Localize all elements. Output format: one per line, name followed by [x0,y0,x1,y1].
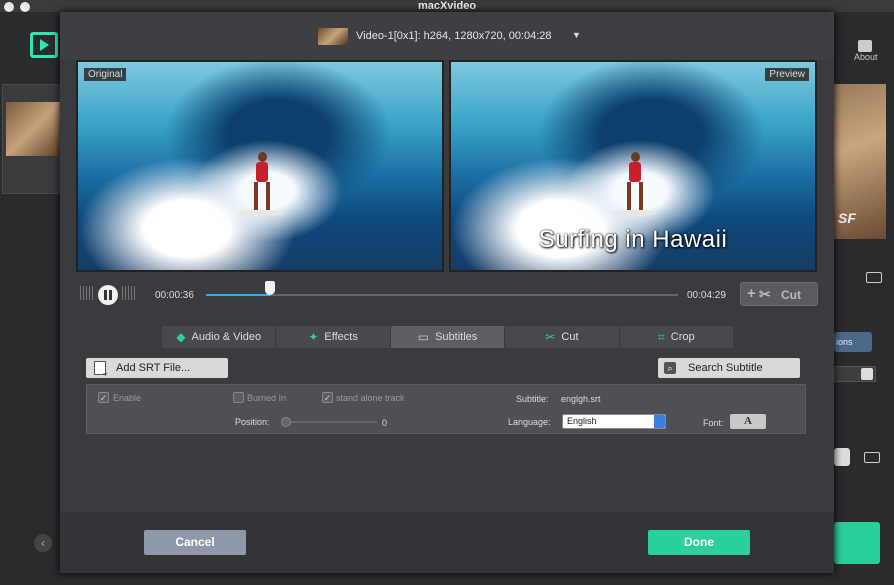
add-file-icon [94,361,108,379]
font-button[interactable]: A [730,414,766,429]
preview-video-panel: Preview Surfing in Hawaii [449,60,817,272]
plus-icon: + [747,285,756,302]
app-title: macXvideo [417,0,477,12]
total-time: 00:04:29 [687,290,726,301]
run-button[interactable] [834,522,880,564]
app-logo-icon [30,32,58,58]
tab-crop[interactable]: ⌗ Crop [619,326,735,348]
audio-video-icon: ◆ [176,330,186,344]
tab-cut[interactable]: ✂ Cut [505,326,620,348]
tab-effects[interactable]: ✦ Effects [276,326,391,348]
edit-tabs: ◆ Audio & Video ✦ Effects ▭ Subtitles ✂ Cut … [162,326,735,348]
cut-button[interactable]: + ✂ Cut [740,282,818,306]
video-info-select[interactable]: Video-1[0x1]: h264, 1280x720, 00:04:28 [356,30,552,42]
subtitle-options-box [86,384,806,434]
enable-label: Enable [113,393,142,403]
scissors-icon: ✂ [759,286,771,302]
grip-icon [122,286,136,300]
surfer-figure [238,152,284,222]
output-folder-icon[interactable] [864,452,880,463]
position-slider[interactable] [291,421,377,423]
scissors-icon: ✂ [545,330,556,344]
enable-checkbox[interactable]: ✓ [98,392,109,403]
about-label[interactable]: About [854,52,878,62]
standalone-track-checkbox[interactable]: ✓ [322,392,333,403]
back-arrow-icon[interactable]: ‹ [34,534,52,552]
subtitle-label: Subtitle: [516,394,549,404]
options-button[interactable]: ions [834,332,872,352]
grip-icon [80,286,94,300]
subtitle-overlay-text: Surfing in Hawaii [538,226,728,253]
stepper-icon[interactable] [834,448,850,466]
progress-track[interactable] [206,294,678,296]
chevron-down-icon [861,368,873,380]
add-srt-button[interactable]: Add SRT File... [86,358,228,379]
current-time: 00:00:36 [155,290,194,301]
position-slider-knob[interactable] [281,417,291,427]
pause-button[interactable] [98,285,118,305]
language-select[interactable]: English [562,414,666,429]
chevron-down-icon[interactable]: ▼ [572,30,581,40]
burned-in-checkbox[interactable] [233,392,244,403]
search-icon: ⌕ [664,362,676,374]
done-button[interactable]: Done [648,530,750,555]
sf-logo-icon: SF [838,210,856,226]
language-label: Language: [508,417,551,427]
subtitles-icon: ▭ [417,330,430,344]
effects-wand-icon: ✦ [308,330,319,344]
about-icon[interactable] [858,40,872,52]
progress-knob[interactable] [264,281,275,295]
tab-subtitles[interactable]: ▭ Subtitles [390,326,506,348]
folder-icon[interactable] [866,272,882,283]
cut-button-label: Cut [781,288,801,302]
video-source-thumbnail [318,28,348,45]
crop-icon: ⌗ [658,329,665,344]
position-value: 0 [382,418,388,428]
subtitle-filename: englgh.srt [561,394,601,404]
surfer-figure [611,152,657,222]
font-label: Font: [703,418,724,428]
burned-in-label: Burned In [247,393,287,403]
select-arrows-icon [654,415,665,428]
position-label: Position: [235,417,270,427]
progress-fill [206,294,270,296]
search-subtitle-button[interactable]: ⌕ Search Subtitle [658,358,800,378]
tab-audio-video[interactable]: ◆ Audio & Video [162,326,277,348]
preview-tag: Preview [765,68,809,81]
original-tag: Original [84,68,127,81]
background-select[interactable] [834,366,876,382]
standalone-track-label: stand alone track [336,393,405,403]
original-video-panel: Original [76,60,444,272]
cancel-button[interactable]: Cancel [144,530,246,555]
video-thumbnail [6,102,60,156]
